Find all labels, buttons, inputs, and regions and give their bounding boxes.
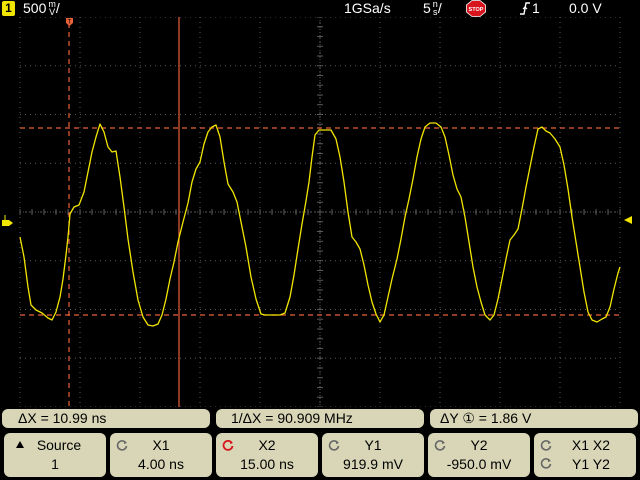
inverse-delta-x-readout: 1/ΔX = 90.909 MHz — [216, 409, 424, 428]
volts-per-div: 500 m V / — [23, 0, 60, 17]
trigger-level: 0.0 V — [569, 0, 602, 16]
source-softkey[interactable]: Source 1 — [4, 433, 106, 477]
volts-unit-base: V — [49, 7, 56, 17]
y2-value: -950.0 mV — [446, 456, 512, 472]
volts-per-div-value: 500 — [23, 0, 47, 16]
delta-y-value: = 1.86 V — [478, 410, 532, 426]
x1-value: 4.00 ns — [138, 456, 184, 472]
link-x-label: X1 X2 — [571, 437, 611, 453]
source-label: Source — [36, 437, 82, 453]
y1-label: Y1 — [364, 437, 382, 453]
y1-value: 919.9 mV — [343, 456, 403, 472]
volts-per-div-unit: mV — [48, 0, 56, 17]
y2-label: Y2 — [470, 437, 488, 453]
sample-rate: 1GSa/s — [344, 0, 391, 16]
stop-label: STOP — [469, 7, 484, 13]
svg-text:T: T — [68, 20, 72, 26]
delta-y-channel: ① — [462, 410, 475, 426]
top-status-bar: 1 500 m V/ 1GSa/s 5 n s / STOP 1 0.0 V — [0, 0, 640, 17]
link-cursors-softkey[interactable]: X1 X2 Y1 Y2 — [534, 433, 636, 477]
waveform-display[interactable]: T — [0, 17, 640, 407]
delta-x-text: ΔX = 10.99 ns — [18, 410, 107, 426]
x2-softkey[interactable]: X2 15.00 ns — [216, 433, 318, 477]
delta-x-readout: ΔX = 10.99 ns — [2, 409, 210, 428]
time-per-div-value: 5 — [423, 0, 431, 16]
channel-1-badge: 1 — [2, 1, 15, 16]
stop-icon: STOP — [466, 0, 486, 17]
time-per-div: 5 n s / — [423, 0, 442, 17]
delta-y-label: ΔY — [440, 410, 459, 426]
source-value: 1 — [51, 456, 59, 472]
softkey-menu: Source 1 X1 4.00 ns X2 15.00 ns Y1 919.9… — [0, 431, 640, 480]
x2-label: X2 — [258, 437, 276, 453]
x1-label: X1 — [152, 437, 170, 453]
delta-y-readout: ΔY ① = 1.86 V — [430, 409, 638, 428]
y1-softkey[interactable]: Y1 919.9 mV — [322, 433, 424, 477]
inverse-delta-x-text: 1/ΔX = 90.909 MHz — [231, 410, 353, 426]
link-y-label: Y1 Y2 — [572, 456, 610, 472]
x1-softkey[interactable]: X1 4.00 ns — [110, 433, 212, 477]
x2-value: 15.00 ns — [240, 456, 294, 472]
trigger-source: 1 — [532, 0, 540, 16]
rising-edge-trigger-icon — [520, 2, 530, 15]
y2-softkey[interactable]: Y2 -950.0 mV — [428, 433, 530, 477]
measurement-bar: ΔX = 10.99 ns 1/ΔX = 90.909 MHz ΔY ① = 1… — [0, 407, 640, 429]
